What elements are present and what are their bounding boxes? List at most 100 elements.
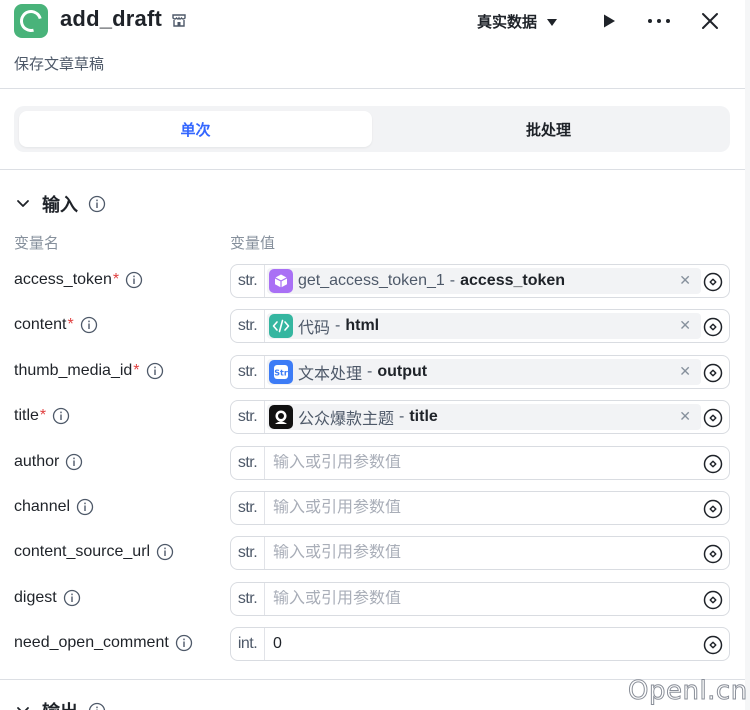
param-input[interactable] — [273, 544, 693, 563]
close-icon[interactable]: ✕ — [679, 272, 691, 289]
tab-batch[interactable]: 批处理 — [372, 111, 725, 147]
param-label: author — [14, 453, 83, 471]
tab-single[interactable]: 单次 — [19, 111, 372, 147]
close-icon[interactable]: ✕ — [679, 363, 691, 380]
ref-separator: - — [399, 408, 405, 426]
variable-reference-icon[interactable] — [703, 544, 723, 564]
info-icon[interactable] — [65, 453, 83, 471]
required-mark: * — [67, 316, 74, 334]
type-tag: str. — [231, 492, 265, 524]
ref-separator: - — [449, 272, 456, 289]
param-row-title: title * str. 公众爆款主题 - title ✕ — [0, 400, 745, 435]
run-button[interactable] — [596, 8, 622, 34]
ref-variable: access_token — [460, 272, 566, 289]
node-header: add_draft 真实数据 保存文章草稿 — [0, 0, 745, 88]
divider — [0, 169, 745, 170]
output-section-toggle[interactable]: 输出 — [14, 698, 106, 710]
ref-variable: html — [345, 317, 380, 335]
input-section-title: 输入 — [42, 195, 78, 215]
chevron-down-icon — [547, 18, 558, 26]
ref-separator: - — [367, 362, 373, 380]
param-row-need-open-comment: need_open_comment int. — [0, 627, 745, 662]
close-icon[interactable]: ✕ — [679, 408, 691, 425]
required-mark: * — [112, 271, 120, 288]
cube-icon — [269, 269, 293, 293]
type-tag: str. — [231, 582, 265, 615]
ref-variable: title — [409, 408, 438, 426]
reference-chip[interactable]: Str 文本处理 - output ✕ — [267, 358, 701, 385]
ref-node-name: 公众爆款主题 — [298, 411, 395, 429]
reference-chip[interactable]: 公众爆款主题 - title ✕ — [267, 404, 701, 431]
app-logo-icon — [14, 4, 48, 38]
reference-chip[interactable]: 代码 - html ✕ — [267, 313, 701, 340]
param-name: channel — [14, 498, 71, 515]
info-icon[interactable] — [175, 634, 193, 652]
variable-reference-icon[interactable] — [703, 272, 723, 292]
variable-reference-icon[interactable] — [703, 590, 723, 610]
param-label: content * — [14, 316, 98, 334]
param-label: thumb_media_id * — [14, 362, 164, 380]
input-section-toggle[interactable]: 输入 — [14, 191, 106, 217]
param-value-field[interactable]: str. — [230, 536, 730, 571]
ref-node-name: 文本处理 — [298, 365, 363, 383]
info-icon[interactable] — [52, 407, 70, 425]
variable-reference-icon[interactable] — [703, 499, 723, 519]
type-tag: str. — [231, 401, 265, 434]
type-tag: str. — [231, 265, 265, 297]
data-mode-label: 真实数据 — [477, 13, 538, 31]
info-icon[interactable] — [63, 589, 81, 607]
param-value-field[interactable]: str. get_access_token_1- access_token ✕ — [230, 264, 730, 298]
required-mark: * — [133, 361, 140, 379]
column-header-value: 变量值 — [230, 235, 276, 252]
avatar-icon — [269, 405, 293, 430]
info-icon[interactable] — [88, 702, 106, 710]
param-label: content_source_url — [14, 543, 174, 561]
info-icon[interactable] — [76, 498, 94, 516]
output-section-title: 输出 — [42, 698, 78, 710]
close-button[interactable] — [697, 8, 723, 34]
variable-reference-icon[interactable] — [703, 317, 723, 337]
close-icon — [702, 13, 718, 29]
param-label: access_token * — [14, 271, 143, 289]
play-icon — [604, 14, 615, 28]
code-icon — [269, 314, 293, 339]
info-icon[interactable] — [146, 362, 164, 380]
info-icon[interactable] — [125, 271, 143, 289]
more-options-button[interactable] — [646, 8, 672, 34]
param-input[interactable] — [273, 589, 693, 608]
type-tag: str. — [231, 310, 265, 343]
param-input[interactable] — [273, 635, 693, 654]
more-icon — [648, 19, 670, 23]
param-value-field[interactable]: int. — [230, 627, 730, 662]
param-row-channel: channel str. — [0, 491, 745, 525]
ref-node-name: 代码 — [298, 320, 331, 338]
param-name: need_open_comment — [14, 634, 169, 652]
type-tag: str. — [231, 446, 265, 479]
param-value-field[interactable]: str. — [230, 491, 730, 525]
variable-reference-icon[interactable] — [703, 408, 723, 428]
scrollbar[interactable] — [745, 0, 750, 710]
info-icon[interactable] — [80, 316, 98, 334]
close-icon[interactable]: ✕ — [679, 317, 691, 334]
param-value-field[interactable]: str. — [230, 581, 730, 616]
type-tag: str. — [231, 537, 265, 570]
data-mode-select[interactable]: 真实数据 — [477, 10, 558, 32]
param-input[interactable] — [273, 499, 693, 517]
variable-reference-icon[interactable] — [703, 635, 723, 655]
param-value-field[interactable]: str. — [230, 445, 730, 480]
variable-reference-icon[interactable] — [703, 363, 723, 383]
param-value-field[interactable]: str. 公众爆款主题 - title ✕ — [230, 400, 730, 435]
type-tag: str. — [231, 355, 265, 388]
param-value-field[interactable]: str. 代码 - html ✕ — [230, 309, 730, 344]
variable-reference-icon[interactable] — [703, 454, 723, 474]
node-title: add_draft — [60, 6, 163, 31]
info-icon[interactable] — [156, 543, 174, 561]
param-input[interactable] — [273, 453, 693, 472]
store-icon[interactable] — [171, 12, 187, 28]
param-row-digest: digest str. — [0, 581, 745, 616]
reference-chip[interactable]: get_access_token_1- access_token ✕ — [267, 268, 701, 294]
param-value-field[interactable]: str. Str 文本处理 - output ✕ — [230, 354, 730, 389]
param-row-content: content * str. 代码 - html ✕ — [0, 309, 745, 344]
info-icon[interactable] — [88, 195, 106, 213]
param-row-author: author str. — [0, 445, 745, 480]
